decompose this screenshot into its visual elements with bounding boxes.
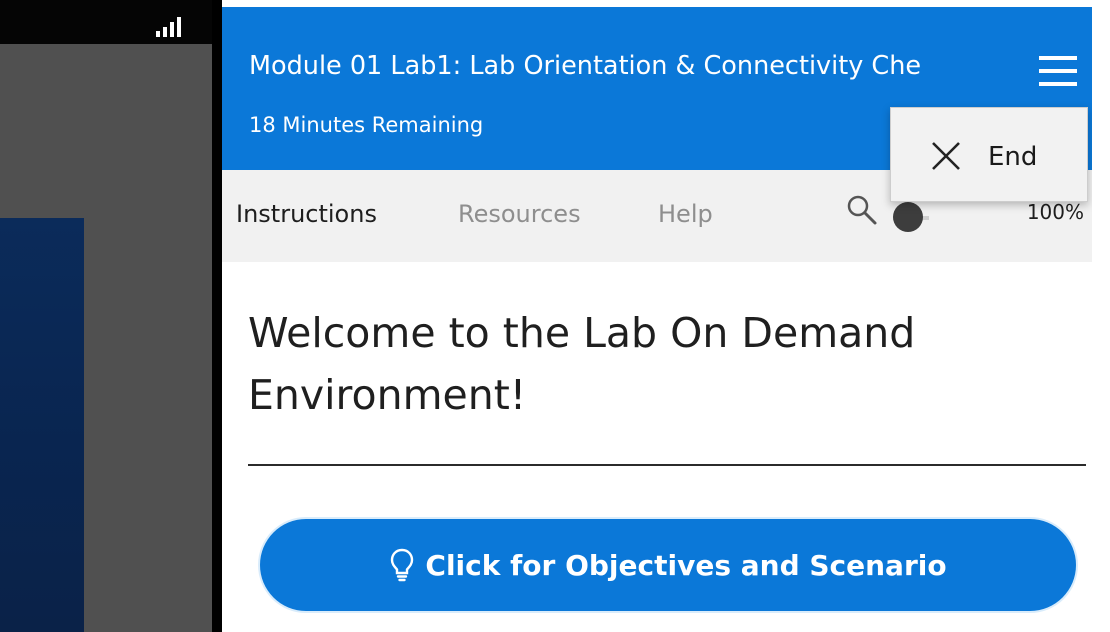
time-remaining: 18 Minutes Remaining xyxy=(249,113,484,137)
window-edge xyxy=(1092,0,1110,632)
close-icon xyxy=(932,142,960,170)
zoom-slider[interactable] xyxy=(893,202,1003,232)
objectives-button-label: Click for Objectives and Scenario xyxy=(425,548,947,582)
tab-help[interactable]: Help xyxy=(658,200,713,228)
vm-topbar xyxy=(0,0,212,44)
vm-display-panel[interactable] xyxy=(0,0,212,632)
signal-strength-icon xyxy=(156,17,181,37)
welcome-heading: Welcome to the Lab On Demand Environment… xyxy=(248,309,916,419)
lightbulb-icon xyxy=(391,548,414,582)
lab-title: Module 01 Lab1: Lab Orientation & Connec… xyxy=(249,51,922,81)
zoom-slider-thumb[interactable] xyxy=(893,202,923,232)
end-label: End xyxy=(988,142,1038,172)
lab-instructions-panel: Module 01 Lab1: Lab Orientation & Connec… xyxy=(222,0,1092,632)
search-icon[interactable] xyxy=(844,192,880,228)
hamburger-menu-icon[interactable] xyxy=(1039,56,1077,86)
vm-desktop-background xyxy=(0,218,84,632)
end-lab-menu-item[interactable]: End xyxy=(891,108,1087,201)
heading-divider xyxy=(248,464,1086,466)
end-dropdown-menu: End xyxy=(890,107,1088,202)
panel-divider[interactable] xyxy=(212,0,222,632)
objectives-scenario-button[interactable]: Click for Objectives and Scenario xyxy=(260,519,1076,611)
zoom-value: 100% xyxy=(1026,200,1084,224)
app-window: Module 01 Lab1: Lab Orientation & Connec… xyxy=(0,0,1110,632)
tab-resources[interactable]: Resources xyxy=(458,200,581,228)
tab-instructions[interactable]: Instructions xyxy=(236,200,377,228)
